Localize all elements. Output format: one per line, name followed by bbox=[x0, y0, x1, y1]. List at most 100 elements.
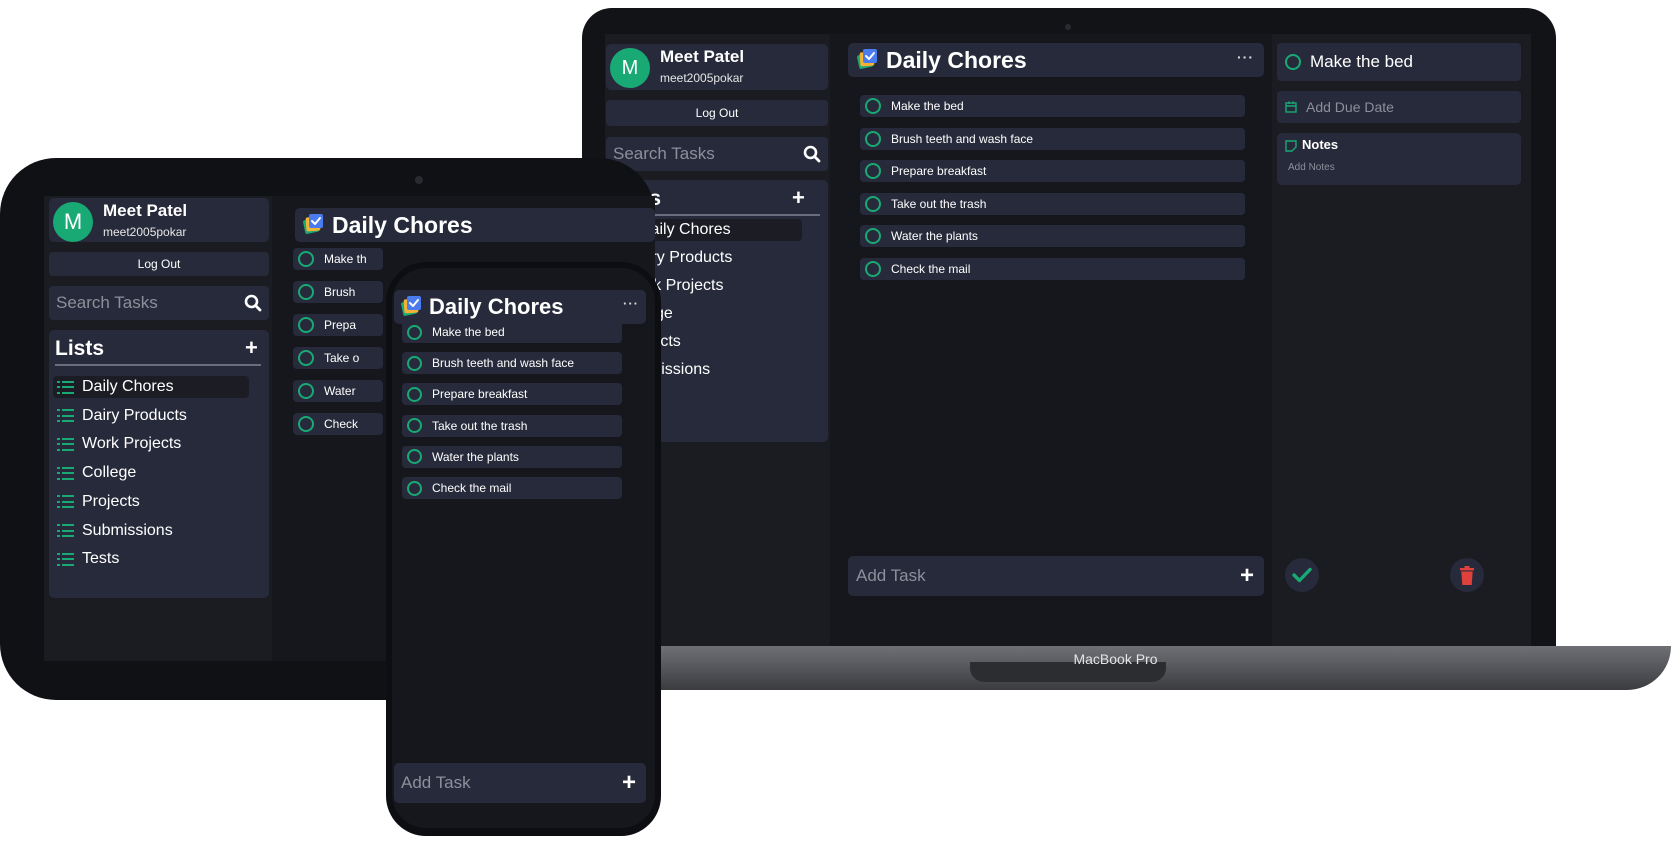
add-list-button[interactable]: + bbox=[245, 335, 258, 361]
todo-app-logo-icon bbox=[400, 293, 424, 322]
task-checkbox[interactable] bbox=[865, 260, 881, 277]
task-label: Take out the trash bbox=[891, 196, 987, 211]
detail-task-name: Make the bed bbox=[1310, 52, 1414, 71]
task-checkbox[interactable] bbox=[865, 130, 881, 147]
logout-button[interactable]: Log Out bbox=[606, 100, 828, 126]
search-input[interactable]: Search Tasks bbox=[49, 286, 269, 320]
list-header: Daily Chores bbox=[394, 290, 646, 324]
task-item[interactable]: Brush bbox=[293, 281, 383, 303]
add-list-button[interactable]: + bbox=[792, 185, 805, 211]
task-item[interactable]: Check bbox=[293, 413, 383, 435]
task-item[interactable]: Make the bed bbox=[860, 95, 1245, 117]
task-item[interactable]: Make the bed bbox=[402, 321, 622, 343]
task-checkbox[interactable] bbox=[298, 416, 314, 432]
task-item[interactable]: Water the plants bbox=[860, 225, 1245, 247]
task-item[interactable]: Prepa bbox=[293, 314, 383, 336]
add-task-placeholder: Add Task bbox=[856, 566, 926, 585]
user-name: Meet Patel bbox=[103, 201, 188, 220]
task-label: Brush teeth and wash face bbox=[432, 356, 575, 371]
task-item[interactable]: Take o bbox=[293, 347, 383, 369]
task-item[interactable]: Take out the trash bbox=[402, 414, 622, 437]
search-input[interactable]: Search Tasks bbox=[606, 137, 828, 171]
lists-title: Lists bbox=[55, 337, 105, 360]
task-checkbox[interactable] bbox=[407, 449, 422, 465]
task-label: Water bbox=[324, 384, 356, 398]
task-checkbox[interactable] bbox=[298, 317, 314, 333]
sidebar-list-item[interactable]: College bbox=[53, 462, 263, 484]
task-checkbox[interactable] bbox=[865, 195, 881, 212]
task-checkbox[interactable] bbox=[865, 98, 881, 114]
list-header: Daily Chores bbox=[848, 43, 1264, 77]
notes-label: Notes bbox=[1302, 137, 1339, 152]
sidebar-list-item[interactable]: Work Projects bbox=[53, 433, 263, 455]
user-username: meet2005pokar bbox=[660, 71, 744, 85]
calendar-icon bbox=[1285, 101, 1297, 113]
sidebar-list-item[interactable]: Dairy Products bbox=[53, 405, 263, 427]
detail-task-checkbox[interactable] bbox=[1285, 54, 1301, 70]
task-checkbox[interactable] bbox=[407, 386, 422, 402]
task-item[interactable]: Check the mail bbox=[402, 477, 622, 499]
sidebar-list-label: Daily Chores bbox=[82, 378, 174, 395]
task-item[interactable]: Take out the trash bbox=[860, 192, 1245, 215]
avatar[interactable]: M bbox=[53, 202, 93, 242]
list-menu-button[interactable]: ··· bbox=[1237, 49, 1254, 65]
add-task-input[interactable]: Add Task + bbox=[394, 763, 646, 803]
task-item[interactable]: Water the plants bbox=[402, 445, 622, 468]
add-task-button[interactable]: + bbox=[1240, 562, 1254, 590]
due-date-field[interactable]: Add Due Date bbox=[1277, 91, 1521, 123]
search-placeholder: Search Tasks bbox=[56, 293, 158, 312]
user-username: meet2005pokar bbox=[103, 225, 187, 239]
add-task-input[interactable]: Add Task + bbox=[848, 556, 1264, 596]
list-icon bbox=[57, 409, 74, 423]
task-checkbox[interactable] bbox=[407, 324, 422, 340]
task-label: Brush bbox=[324, 285, 356, 299]
task-checkbox[interactable] bbox=[298, 284, 314, 300]
task-checkbox[interactable] bbox=[865, 228, 881, 244]
sidebar-list-label: Tests bbox=[82, 550, 120, 568]
trash-icon bbox=[1460, 565, 1474, 585]
delete-task-button[interactable] bbox=[1450, 558, 1484, 592]
task-item[interactable]: Check the mail bbox=[860, 257, 1245, 280]
list-icon bbox=[57, 380, 74, 394]
sidebar-list-label: Work Projects bbox=[82, 435, 182, 453]
task-checkbox[interactable] bbox=[407, 480, 422, 496]
task-checkbox[interactable] bbox=[407, 418, 422, 434]
task-item[interactable]: Brush teeth and wash face bbox=[402, 352, 622, 375]
list-title: Daily Chores bbox=[886, 46, 1027, 73]
complete-task-button[interactable] bbox=[1285, 558, 1319, 592]
task-checkbox[interactable] bbox=[298, 383, 314, 399]
task-checkbox[interactable] bbox=[298, 350, 314, 366]
task-detail-panel bbox=[1272, 34, 1531, 646]
search-placeholder: Search Tasks bbox=[613, 144, 715, 163]
task-label: Check the mail bbox=[432, 481, 512, 495]
task-checkbox[interactable] bbox=[298, 251, 314, 267]
notes-placeholder[interactable]: Add Notes bbox=[1288, 162, 1335, 173]
task-item[interactable]: Water bbox=[293, 380, 383, 402]
search-icon[interactable] bbox=[803, 145, 821, 163]
task-checkbox[interactable] bbox=[407, 355, 422, 371]
todo-app-logo-icon bbox=[856, 46, 880, 75]
sidebar-list-label: Submissions bbox=[82, 521, 173, 539]
search-icon[interactable] bbox=[244, 294, 262, 312]
sidebar-list-item[interactable]: Projects bbox=[53, 491, 263, 513]
task-label: Water the plants bbox=[432, 449, 519, 464]
list-menu-button[interactable]: ··· bbox=[623, 296, 639, 311]
list-icon bbox=[57, 495, 74, 509]
sidebar-list-item[interactable]: Submissions bbox=[53, 520, 263, 542]
task-item[interactable]: Make th bbox=[293, 248, 383, 270]
laptop-brand-label: MacBook Pro bbox=[1073, 651, 1158, 667]
logout-button[interactable]: Log Out bbox=[49, 252, 269, 276]
sidebar-list-label: Dairy Products bbox=[82, 406, 187, 424]
sidebar-list-item[interactable]: Daily Chores bbox=[53, 376, 249, 398]
task-item[interactable]: Prepare breakfast bbox=[402, 383, 622, 406]
laptop-camera bbox=[1065, 24, 1071, 30]
task-label: Take o bbox=[324, 351, 360, 365]
task-item[interactable]: Brush teeth and wash face bbox=[860, 127, 1245, 150]
detail-task-title[interactable]: Make the bed bbox=[1277, 43, 1521, 81]
checkmark-icon bbox=[1292, 567, 1312, 583]
task-item[interactable]: Prepare breakfast bbox=[860, 160, 1245, 182]
add-task-button[interactable]: + bbox=[622, 769, 636, 797]
sidebar-list-item[interactable]: Tests bbox=[53, 548, 263, 570]
task-checkbox[interactable] bbox=[865, 163, 881, 179]
avatar[interactable]: M bbox=[610, 48, 650, 88]
